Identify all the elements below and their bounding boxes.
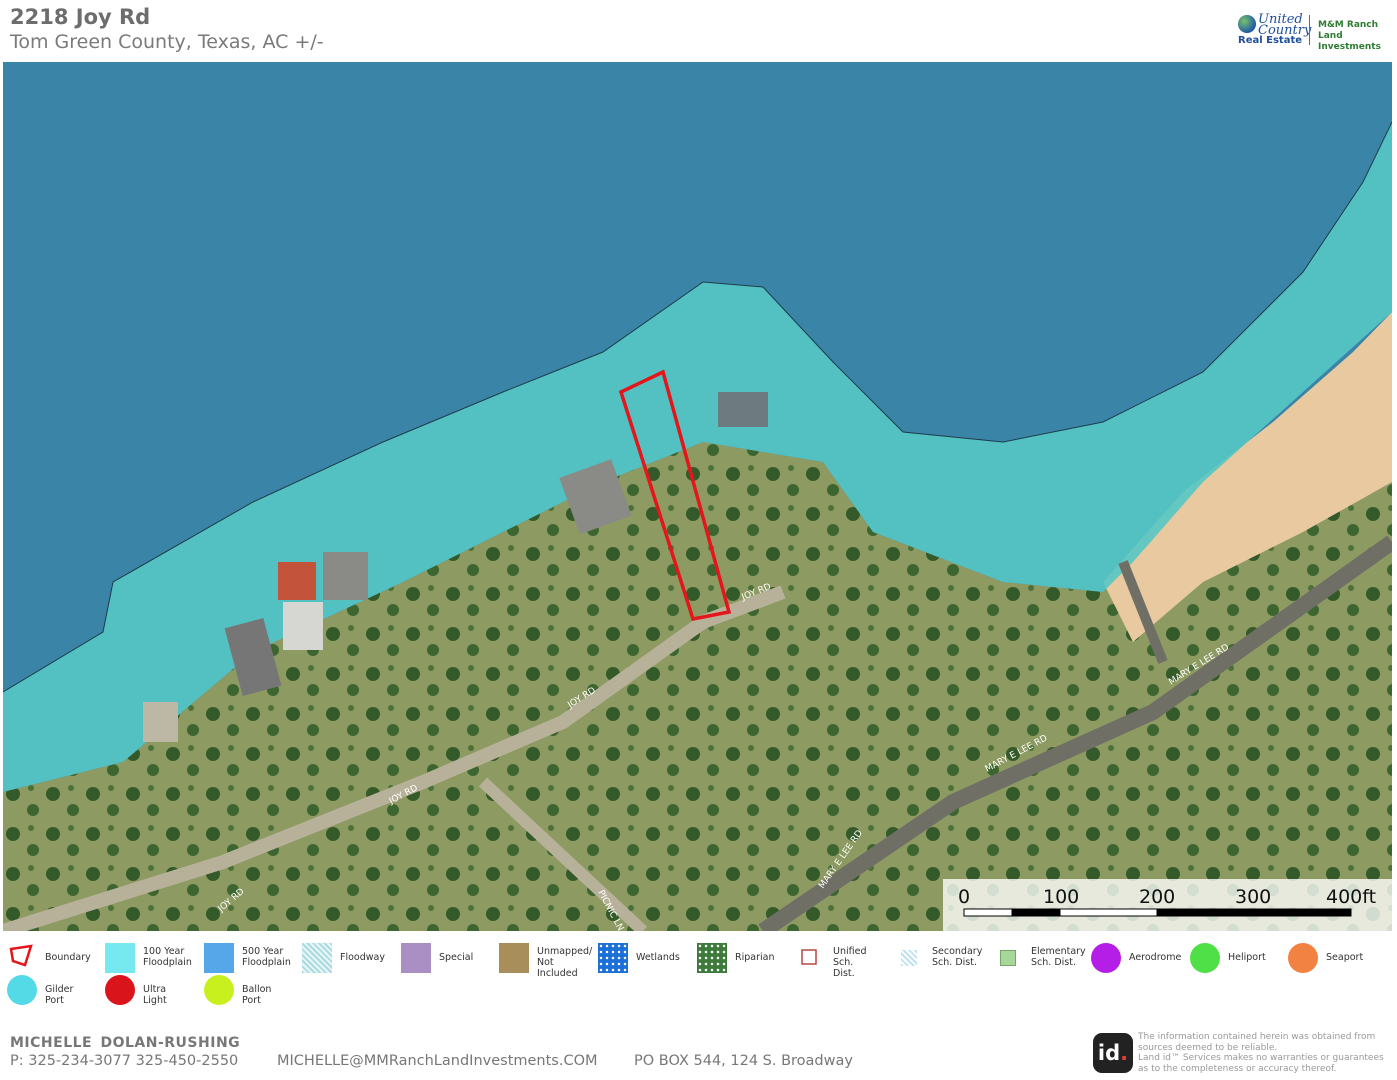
page-subtitle: Tom Green County, Texas, AC +/- xyxy=(10,31,324,53)
legend-label: Boundary xyxy=(45,952,91,963)
legend-label: Aerodrome xyxy=(1129,952,1182,963)
landid-logo: id. xyxy=(1093,1033,1133,1073)
building xyxy=(718,392,768,427)
balloon-port-icon xyxy=(204,975,234,1005)
map-canvas: JOY RD JOY RD JOY RD JOY RD MARY E LEE R… xyxy=(3,62,1392,931)
scale-tick-label: 100 xyxy=(1043,886,1080,908)
floodplain-100-swatch xyxy=(105,943,135,973)
riparian-swatch xyxy=(697,943,727,973)
scale-tick-label: 400ft xyxy=(1326,886,1377,908)
ultra-light-icon xyxy=(105,975,135,1005)
scale-bar: 0 100 200 300 400ft xyxy=(943,879,1392,931)
legend-label: 100 Year Floodplain xyxy=(143,946,192,968)
agent-address: PO BOX 544, 124 S. Broadway xyxy=(634,1053,853,1069)
disclaimer: The information contained herein was obt… xyxy=(1138,1032,1384,1074)
building xyxy=(278,562,316,600)
real-estate-wordmark: Real Estate xyxy=(1238,35,1303,46)
partner-wordmark: M&M Ranch Land Investments xyxy=(1318,20,1381,52)
elementary-school-district-swatch xyxy=(1000,950,1016,966)
heliport-icon xyxy=(1190,943,1220,973)
secondary-school-district-swatch xyxy=(901,950,917,966)
building xyxy=(323,552,368,600)
legend-label: Floodway xyxy=(340,952,385,963)
floodplain-500-swatch xyxy=(204,943,234,973)
legend-label: Seaport xyxy=(1326,952,1364,963)
aerodrome-icon xyxy=(1091,943,1121,973)
legend-label: Secondary Sch. Dist. xyxy=(932,946,983,968)
legend-label: Special xyxy=(439,952,474,963)
agent-phone: P: 325-234-3077 325-450-2550 xyxy=(10,1053,239,1069)
scale-bar-graphic xyxy=(963,908,1352,917)
floodway-swatch xyxy=(302,943,332,973)
legend-label: 500 Year Floodplain xyxy=(242,946,291,968)
building xyxy=(283,602,323,650)
globe-icon xyxy=(1238,15,1256,33)
legend-label: Unmapped/ Not Included xyxy=(537,946,593,979)
united-country-wordmark: United Country xyxy=(1258,12,1312,38)
glider-port-icon xyxy=(7,975,37,1005)
building xyxy=(143,702,178,742)
wetlands-swatch xyxy=(598,943,628,973)
scale-tick-label: 300 xyxy=(1235,886,1272,908)
scale-tick-label: 0 xyxy=(958,886,971,908)
brand-logo: United Country Real Estate M&M Ranch Land … xyxy=(1236,12,1394,52)
unified-school-district-swatch xyxy=(795,943,825,973)
legend-label: Elementary Sch. Dist. xyxy=(1031,946,1086,968)
map-view[interactable]: JOY RD JOY RD JOY RD JOY RD MARY E LEE R… xyxy=(3,62,1392,931)
legend-label: Unified Sch. Dist. xyxy=(833,946,867,979)
scale-tick-label: 200 xyxy=(1139,886,1176,908)
agent-name: MICHELLE DOLAN-RUSHING xyxy=(10,1035,241,1051)
legend-label: Ultra Light xyxy=(143,984,167,1006)
legend-label: Ballon Port xyxy=(242,984,272,1006)
boundary-outline-icon xyxy=(7,943,37,973)
unmapped-swatch xyxy=(499,943,529,973)
legend-label: Heliport xyxy=(1228,952,1266,963)
logo-divider xyxy=(1309,15,1310,45)
seaport-icon xyxy=(1288,943,1318,973)
special-swatch xyxy=(401,943,431,973)
legend-label: Gilder Port xyxy=(45,984,74,1006)
legend-label: Wetlands xyxy=(636,952,680,963)
page-title: 2218 Joy Rd xyxy=(10,5,151,29)
agent-email[interactable]: MICHELLE@MMRanchLandInvestments.COM xyxy=(277,1053,598,1069)
legend-label: Riparian xyxy=(735,952,775,963)
